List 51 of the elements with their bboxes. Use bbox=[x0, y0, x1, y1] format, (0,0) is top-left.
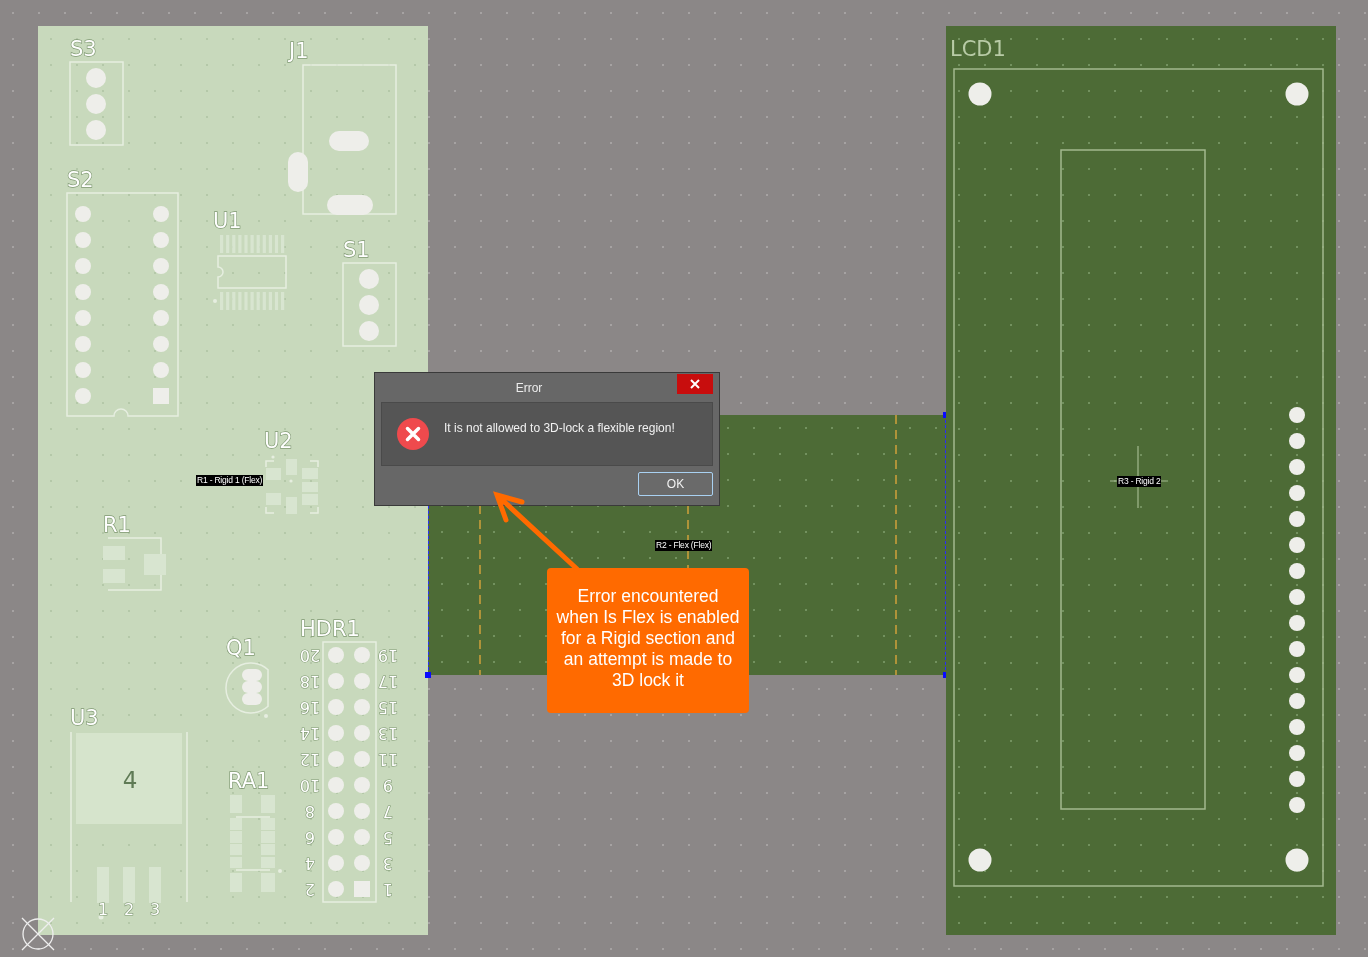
designator-label: HDR1 bbox=[300, 617, 360, 641]
pin-number: 18 bbox=[299, 671, 321, 691]
pin-number: 6 bbox=[304, 827, 316, 847]
designator-label: U1 bbox=[213, 209, 242, 233]
region-label: R3 - Rigid 2 bbox=[1117, 476, 1162, 487]
pin-number: 4 bbox=[122, 767, 138, 793]
pin-number: 17 bbox=[377, 671, 399, 691]
error-icon bbox=[397, 418, 429, 450]
error-message: It is not allowed to 3D-lock a flexible region! bbox=[444, 420, 675, 435]
designator-label: R1 bbox=[103, 513, 131, 537]
handle-icon[interactable] bbox=[425, 672, 431, 678]
designator-label: J1 bbox=[289, 39, 309, 63]
region-label: R2 - Flex (Flex) bbox=[655, 540, 713, 551]
component-footprint bbox=[225, 662, 269, 718]
pin-number: 7 bbox=[382, 801, 394, 821]
designator-label: S2 bbox=[67, 168, 94, 192]
pin-number: 11 bbox=[377, 749, 399, 769]
designator-label: U2 bbox=[264, 429, 293, 453]
component-footprint bbox=[103, 537, 166, 591]
pin-number: 8 bbox=[304, 801, 316, 821]
close-icon bbox=[690, 379, 700, 389]
dialog-title: Error bbox=[514, 380, 544, 395]
pin-number: 1 bbox=[97, 899, 109, 919]
pin-number: 5 bbox=[382, 827, 394, 847]
pin-number: 9 bbox=[382, 775, 394, 795]
pin-number: 19 bbox=[377, 645, 399, 665]
pin-number: 12 bbox=[299, 749, 321, 769]
origin-marker-icon bbox=[20, 916, 56, 952]
pin-number: 2 bbox=[304, 879, 316, 899]
ok-button[interactable]: OK bbox=[638, 472, 713, 496]
pin-number: 4 bbox=[304, 853, 316, 873]
designator-label: S1 bbox=[343, 238, 370, 262]
pin-number: 15 bbox=[377, 697, 399, 717]
pin-number: 14 bbox=[299, 723, 321, 743]
callout-note: Error encountered when Is Flex is enabled for a Rigid section and an attempt is made to 3D lock it bbox=[547, 568, 749, 713]
pin-number: 2 bbox=[123, 899, 135, 919]
pin-number: 3 bbox=[149, 899, 161, 919]
component-footprint bbox=[265, 455, 319, 514]
pin-number: 20 bbox=[299, 645, 321, 665]
pin-number: 3 bbox=[382, 853, 394, 873]
pin-number: 1 bbox=[382, 879, 394, 899]
close-button[interactable] bbox=[677, 374, 713, 394]
designator-label: S3 bbox=[70, 37, 97, 61]
designator-label: U3 bbox=[70, 706, 99, 730]
designator-label: Q1 bbox=[226, 636, 256, 660]
pin-number: 10 bbox=[299, 775, 321, 795]
designator-label: LCD1 bbox=[950, 37, 1006, 61]
pin-number: 13 bbox=[377, 723, 399, 743]
region-label: R1 - Rigid 1 (Flex) bbox=[196, 475, 264, 486]
pin-number: 16 bbox=[299, 697, 321, 717]
designator-label: RA1 bbox=[228, 769, 270, 793]
